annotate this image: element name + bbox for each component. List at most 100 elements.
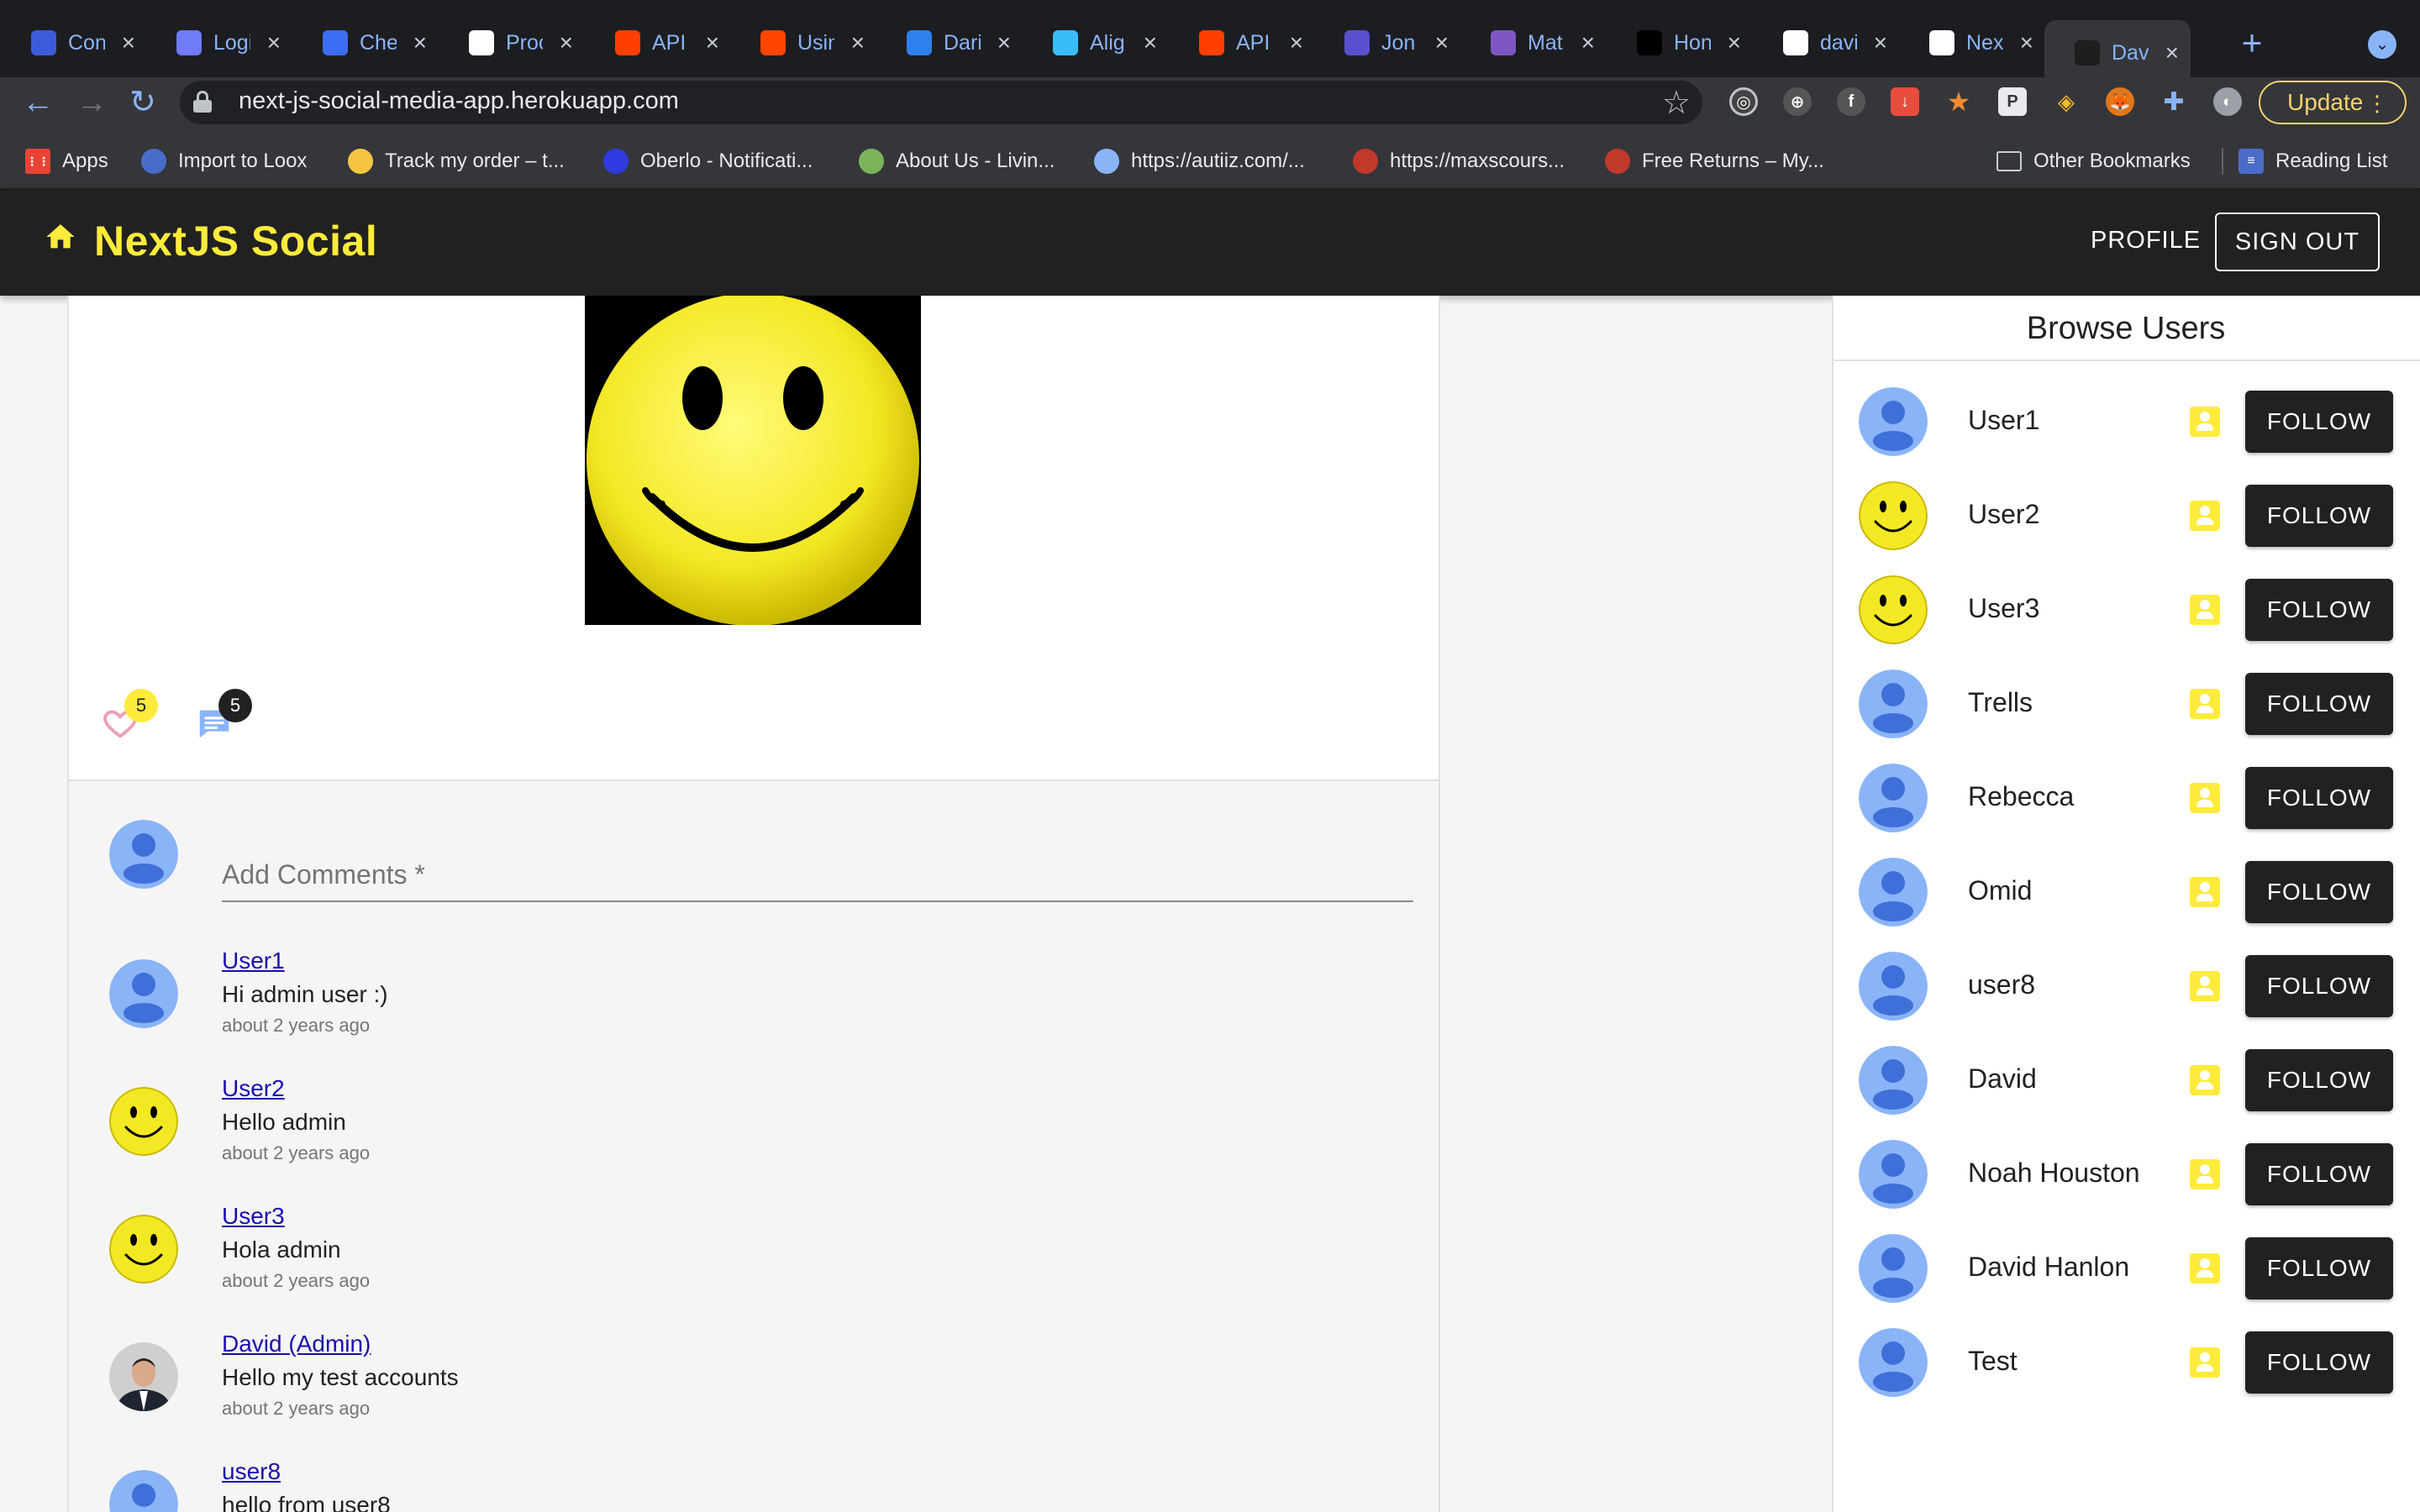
user-name[interactable]: User2 (1968, 499, 2039, 530)
sign-out-button[interactable]: SIGN OUT (2215, 213, 2380, 271)
user-name[interactable]: Noah Houston (1968, 1158, 2140, 1189)
user-avatar[interactable] (1859, 575, 1928, 644)
bookmark-item[interactable]: Oberlo - Notificati... (603, 144, 813, 178)
follow-button[interactable]: FOLLOW (2245, 1143, 2393, 1205)
browser-tab[interactable]: API × (585, 20, 731, 66)
user-name[interactable]: User3 (1968, 593, 2039, 624)
profile-card-icon[interactable] (2190, 501, 2220, 531)
profile-avatar[interactable]: ◐ (2213, 87, 2242, 116)
tab-close-icon[interactable]: × (706, 29, 719, 56)
tab-close-icon[interactable]: × (1435, 29, 1449, 56)
tab-close-icon[interactable]: × (1874, 29, 1887, 56)
extension-star-icon[interactable]: ★ (1944, 87, 1973, 117)
tab-close-icon[interactable]: × (997, 29, 1011, 56)
follow-button[interactable]: FOLLOW (2245, 579, 2393, 641)
browser-tab[interactable]: Che × (292, 20, 439, 66)
comment-avatar[interactable] (109, 1087, 178, 1156)
follow-button[interactable]: FOLLOW (2245, 673, 2393, 735)
other-bookmarks-folder[interactable]: Other Bookmarks (1996, 144, 2191, 178)
user-name[interactable]: user8 (1968, 969, 2035, 1000)
reload-button[interactable]: ↻ (129, 86, 156, 119)
new-tab-button[interactable]: + (2233, 25, 2270, 60)
user-name[interactable]: David (1968, 1063, 2037, 1095)
bookmark-item[interactable]: ⋮⋮ Apps (25, 144, 108, 178)
bookmark-item[interactable]: About Us - Livin... (859, 144, 1055, 178)
extension-p-icon[interactable]: P (1998, 87, 2027, 116)
profile-card-icon[interactable] (2190, 595, 2220, 625)
user-name[interactable]: Rebecca (1968, 781, 2074, 812)
browser-tab[interactable]: Nex × (1899, 20, 2045, 66)
profile-card-icon[interactable] (2190, 689, 2220, 719)
tab-close-icon[interactable]: × (851, 29, 865, 56)
comment-avatar[interactable] (109, 1215, 178, 1284)
tab-close-icon[interactable]: × (1290, 29, 1303, 56)
follow-button[interactable]: FOLLOW (2245, 767, 2393, 829)
browser-tab[interactable]: Dav × (2044, 20, 2191, 86)
reading-list[interactable]: ≡ Reading List (2238, 144, 2387, 178)
browser-tab[interactable]: Jon × (1314, 20, 1460, 66)
follow-button[interactable]: FOLLOW (2245, 1237, 2393, 1299)
tab-close-icon[interactable]: × (560, 29, 573, 56)
profile-card-icon[interactable] (2190, 1253, 2220, 1284)
tab-close-icon[interactable]: × (267, 29, 281, 56)
user-avatar[interactable] (1859, 952, 1928, 1021)
user-avatar[interactable] (1859, 858, 1928, 927)
user-avatar[interactable] (1859, 1234, 1928, 1303)
browser-tab[interactable]: API × (1169, 20, 1315, 66)
profile-card-icon[interactable] (2190, 1347, 2220, 1378)
browser-tab[interactable]: Proc × (439, 20, 585, 66)
browser-tab[interactable]: Alig × (1023, 20, 1169, 66)
browser-tab[interactable]: davi × (1753, 20, 1899, 66)
extension-globe-icon[interactable]: ⊕ (1783, 87, 1812, 116)
tab-close-icon[interactable]: × (2165, 39, 2179, 66)
follow-button[interactable]: FOLLOW (2245, 955, 2393, 1017)
bookmark-item[interactable]: Import to Loox (141, 144, 307, 178)
extension-facebook-icon[interactable]: f (1837, 87, 1865, 116)
home-icon[interactable] (44, 220, 77, 254)
tab-search-icon[interactable]: ⌄ (2368, 30, 2396, 59)
profile-card-icon[interactable] (2190, 407, 2220, 437)
comment-author-link[interactable]: User3 (222, 1203, 285, 1230)
profile-card-icon[interactable] (2190, 1159, 2220, 1189)
profile-card-icon[interactable] (2190, 877, 2220, 907)
add-comment-input[interactable] (222, 848, 1413, 900)
browser-tab[interactable]: Logi × (146, 20, 292, 66)
user-avatar[interactable] (1859, 1046, 1928, 1115)
tab-close-icon[interactable]: × (413, 29, 427, 56)
user-name[interactable]: David Hanlon (1968, 1252, 2129, 1283)
browser-tab[interactable]: Dari × (876, 20, 1023, 66)
follow-button[interactable]: FOLLOW (2245, 391, 2393, 453)
comment-author-link[interactable]: user8 (222, 1458, 281, 1485)
follow-button[interactable]: FOLLOW (2245, 485, 2393, 547)
extensions-puzzle-icon[interactable]: ✚ (2160, 87, 2188, 116)
comment-avatar[interactable] (109, 1342, 178, 1411)
profile-card-icon[interactable] (2190, 1065, 2220, 1095)
user-avatar[interactable] (1859, 764, 1928, 832)
user-avatar[interactable] (1859, 481, 1928, 550)
user-name[interactable]: Omid (1968, 875, 2032, 906)
tab-close-icon[interactable]: × (2020, 29, 2033, 56)
browser-tab[interactable]: Usin × (730, 20, 876, 66)
forward-button[interactable]: → (76, 86, 108, 119)
extension-metamask-icon[interactable]: 🦊 (2106, 87, 2134, 116)
browser-tab[interactable]: Con × (1, 20, 147, 66)
user-name[interactable]: Trells (1968, 687, 2033, 718)
app-brand[interactable]: NextJS Social (94, 217, 377, 265)
profile-link[interactable]: PROFILE (2091, 227, 2201, 255)
back-button[interactable]: ← (22, 86, 54, 119)
user-avatar[interactable] (1859, 1140, 1928, 1209)
extension-binance-icon[interactable]: ◈ (2052, 87, 2081, 116)
bookmark-item[interactable]: https://maxscours... (1353, 144, 1565, 178)
comment-avatar[interactable] (109, 959, 178, 1028)
tab-close-icon[interactable]: × (122, 29, 135, 56)
follow-button[interactable]: FOLLOW (2245, 1049, 2393, 1111)
extension-download-icon[interactable]: ↓ (1891, 87, 1919, 116)
browser-tab[interactable]: Mat × (1460, 20, 1607, 66)
add-comment-field[interactable] (222, 848, 1413, 902)
comment-author-link[interactable]: User1 (222, 948, 285, 974)
tab-close-icon[interactable]: × (1581, 29, 1595, 56)
follow-button[interactable]: FOLLOW (2245, 861, 2393, 923)
user-avatar[interactable] (1859, 387, 1928, 456)
comment-author-link[interactable]: User2 (222, 1075, 285, 1102)
url-text[interactable]: next-js-social-media-app.herokuapp.com (239, 87, 679, 115)
